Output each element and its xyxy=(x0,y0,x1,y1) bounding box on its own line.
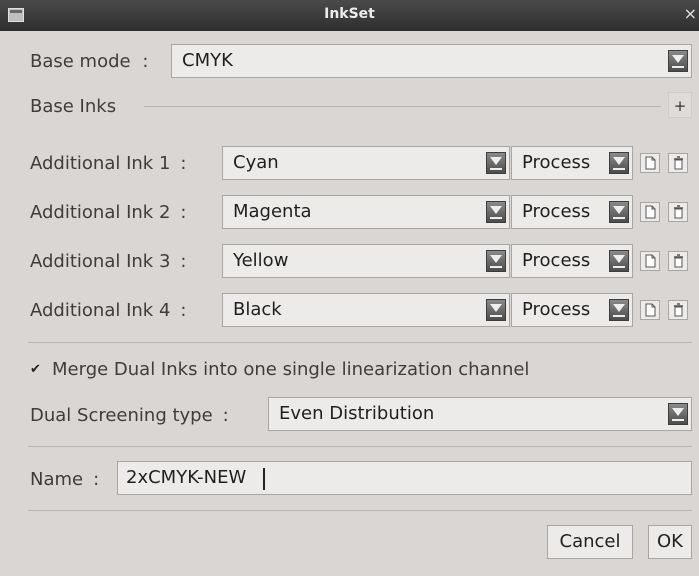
chevron-down-icon[interactable] xyxy=(486,299,506,321)
ink-label-3: Additional Ink 3: xyxy=(30,251,186,272)
divider-1 xyxy=(28,342,692,343)
ink-label-4: Additional Ink 4: xyxy=(30,300,186,321)
ink-name-3: Yellow xyxy=(233,250,289,271)
ink-colon-3: : xyxy=(180,251,187,272)
chevron-down-icon[interactable] xyxy=(609,299,629,321)
name-input[interactable]: 2xCMYK-NEW xyxy=(117,461,692,495)
ink-type-select-3[interactable]: Process xyxy=(511,244,633,278)
ink-label-2: Additional Ink 2: xyxy=(30,202,186,223)
chevron-down-icon[interactable] xyxy=(486,152,506,174)
chevron-down-icon[interactable] xyxy=(609,152,629,174)
chevron-down-icon[interactable] xyxy=(486,250,506,272)
merge-label[interactable]: Merge Dual Inks into one single lineariz… xyxy=(52,359,529,380)
base-mode-value: CMYK xyxy=(182,50,233,71)
ink-colon-1: : xyxy=(180,153,187,174)
text-cursor-icon xyxy=(263,468,265,490)
ink-type-1: Process xyxy=(522,152,591,173)
dual-screening-colon: : xyxy=(222,405,229,426)
ink-type-3: Process xyxy=(522,250,591,271)
ink-name-select-2[interactable]: Magenta xyxy=(222,195,510,229)
trash-icon[interactable] xyxy=(668,202,688,222)
ink-label-4-text: Additional Ink 4 xyxy=(30,300,171,321)
chevron-down-icon[interactable] xyxy=(668,403,688,425)
name-label: Name: xyxy=(30,469,99,490)
ink-label-2-text: Additional Ink 2 xyxy=(30,202,171,223)
new-document-icon[interactable] xyxy=(640,153,660,173)
base-mode-colon: : xyxy=(142,51,149,72)
name-input-value: 2xCMYK-NEW xyxy=(126,467,247,488)
new-document-icon[interactable] xyxy=(640,300,660,320)
base-inks-label: Base Inks xyxy=(30,96,117,117)
ink-name-1: Cyan xyxy=(233,152,279,173)
ink-colon-4: : xyxy=(180,300,187,321)
name-colon: : xyxy=(93,469,100,490)
ok-button[interactable]: OK xyxy=(648,525,692,559)
ink-colon-2: : xyxy=(180,202,187,223)
chevron-down-icon[interactable] xyxy=(486,201,506,223)
title-bar: InkSet × xyxy=(0,0,699,31)
new-document-icon[interactable] xyxy=(640,202,660,222)
trash-icon[interactable] xyxy=(668,153,688,173)
new-document-icon[interactable] xyxy=(640,251,660,271)
ink-type-4: Process xyxy=(522,299,591,320)
name-label-text: Name xyxy=(30,469,84,490)
base-mode-label-text: Base mode xyxy=(30,51,131,72)
ink-name-select-4[interactable]: Black xyxy=(222,293,510,327)
ink-label-3-text: Additional Ink 3 xyxy=(30,251,171,272)
dual-screening-label-text: Dual Screening type xyxy=(30,405,213,426)
chevron-down-icon[interactable] xyxy=(609,201,629,223)
cancel-button[interactable]: Cancel xyxy=(547,525,633,559)
divider-3 xyxy=(28,510,692,511)
dual-screening-select[interactable]: Even Distribution xyxy=(268,397,692,431)
ink-type-2: Process xyxy=(522,201,591,222)
trash-icon[interactable] xyxy=(668,300,688,320)
ink-type-select-4[interactable]: Process xyxy=(511,293,633,327)
merge-checkbox[interactable]: ✔ xyxy=(30,363,43,376)
add-ink-button[interactable]: + xyxy=(668,92,692,118)
ink-label-1-text: Additional Ink 1 xyxy=(30,153,171,174)
ink-type-select-1[interactable]: Process xyxy=(511,146,633,180)
base-mode-label: Base mode : xyxy=(30,51,148,72)
ink-type-select-2[interactable]: Process xyxy=(511,195,633,229)
chevron-down-icon[interactable] xyxy=(609,250,629,272)
base-inks-divider xyxy=(144,106,661,107)
close-icon[interactable]: × xyxy=(684,4,697,23)
ink-name-select-3[interactable]: Yellow xyxy=(222,244,510,278)
ink-name-select-1[interactable]: Cyan xyxy=(222,146,510,180)
dual-screening-value: Even Distribution xyxy=(279,403,435,424)
inkset-dialog: InkSet × Base mode : CMYK Base Inks + Ad… xyxy=(0,0,699,576)
base-mode-select[interactable]: CMYK xyxy=(171,44,692,78)
ink-name-4: Black xyxy=(233,299,282,320)
trash-icon[interactable] xyxy=(668,251,688,271)
window-title: InkSet xyxy=(324,6,375,22)
ink-name-2: Magenta xyxy=(233,201,312,222)
divider-2 xyxy=(28,446,692,447)
chevron-down-icon[interactable] xyxy=(668,50,688,72)
ink-label-1: Additional Ink 1: xyxy=(30,153,186,174)
dual-screening-label: Dual Screening type: xyxy=(30,405,229,426)
